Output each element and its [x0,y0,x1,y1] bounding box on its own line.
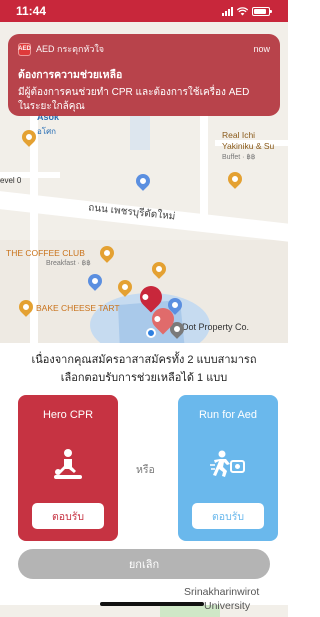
notification-header: AED AED กระตุกหัวใจ now [18,42,270,56]
run-for-aed-card[interactable]: Run for Aed ตอบรับ [178,395,278,541]
sheet-message: เนื่องจากคุณสมัครอาสาสมัครทั้ง 2 แบบสามา… [0,343,288,387]
status-bar: 11:44 [0,0,288,22]
map-label-bake-cheese: BAKE CHEESE TART [36,303,120,313]
status-icons [222,6,272,16]
accept-aed-button[interactable]: ตอบรับ [192,503,264,529]
sheet-message-line: เลือกตอบรับการช่วยเหลือได้ 1 แบบ [60,372,228,384]
wifi-icon [237,6,248,15]
cancel-button[interactable]: ยกเลิก [18,549,270,579]
map-label-university: Srinakharinwirot [184,586,260,598]
status-time: 11:44 [16,4,47,18]
map-label-university-2: University [204,600,251,612]
choice-cards: Hero CPR ตอบรับ หรือ Run for Aed ตอบรับ [18,395,278,541]
notification-body-line: มีผู้ต้องการคนช่วยทำ CPR และต้องการใช้เค… [18,87,250,98]
sheet-message-line: เนื่องจากคุณสมัครอาสาสมัครทั้ง 2 แบบสามา… [31,354,257,366]
notification-title: ต้องการความช่วยเหลือ [18,69,123,81]
notification-app: AED AED กระตุกหัวใจ [18,42,104,56]
map-label-asok-sub: อโศก [37,127,57,136]
hero-cpr-card[interactable]: Hero CPR ตอบรับ [18,395,118,541]
notification-body: มีผู้ต้องการคนช่วยทำ CPR และต้องการใช้เค… [18,86,270,114]
or-label: หรือ [136,464,155,476]
card-title: Hero CPR [42,409,94,421]
push-notification[interactable]: AED AED กระตุกหัวใจ now ต้องการความช่วยเ… [8,34,280,116]
map-label-level: evel 0 [0,176,22,185]
cpr-icon [54,449,82,479]
map-label-real-ichi-2: Yakiniku & Su [222,141,275,151]
accept-cpr-button[interactable]: ตอบรับ [32,503,104,529]
notification-app-name: AED กระตุกหัวใจ [36,44,105,54]
map-label-coffee-club: THE COFFEE CLUB [6,248,85,258]
map-label-real-ichi-sub: Buffet · ฿฿ [222,154,256,161]
signal-icon [222,6,233,16]
map-label-dot-property: Dot Property Co. [182,322,250,332]
map-label-coffee-club-sub: Breakfast · ฿฿ [46,260,91,267]
home-indicator[interactable] [100,602,204,606]
map-label-real-ichi: Real Ichi [222,130,256,140]
notification-time: now [253,44,270,54]
notification-body-line: ในระยะใกล้คุณ [18,101,85,112]
current-location-icon [146,328,156,338]
app-icon: AED [18,42,31,56]
run-aed-icon [210,450,245,477]
card-title: Run for Aed [198,409,258,421]
volunteer-choice-sheet: เนื่องจากคุณสมัครอาสาสมัครทั้ง 2 แบบสามา… [0,343,288,605]
battery-icon [252,6,272,16]
